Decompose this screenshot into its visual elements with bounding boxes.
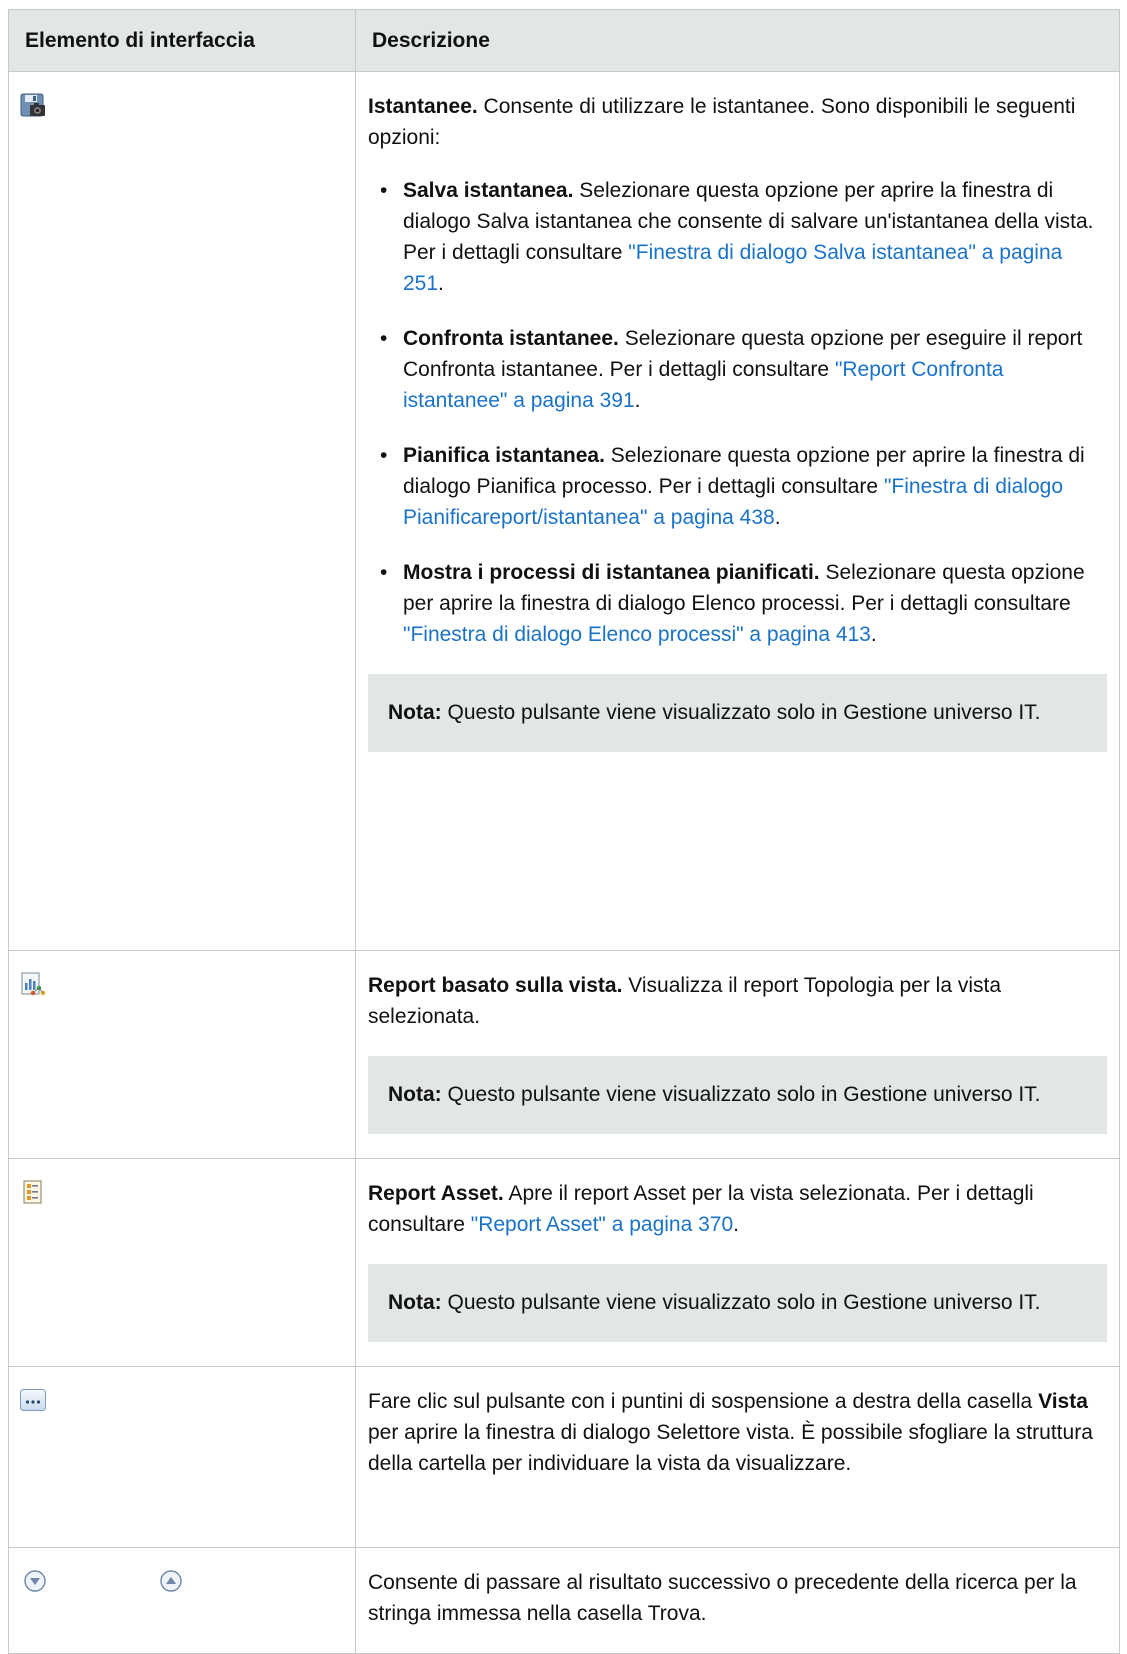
column-header-description: Descrizione [355,9,1120,72]
list-item-save-snapshot: Salva istantanea. Selezionare questa opz… [368,175,1107,299]
snapshot-options-list: Salva istantanea. Selezionare questa opz… [368,175,1107,650]
note-box: Nota: Questo pulsante viene visualizzato… [368,1264,1107,1342]
find-previous-icon[interactable] [158,1568,186,1594]
ui-element-cell [8,71,356,951]
view-box-label: Vista [1038,1390,1088,1413]
ui-element-cell [8,1158,356,1367]
description-cell: Report basato sulla vista. Visualizza il… [355,950,1120,1159]
table-row-view-report: Report basato sulla vista. Visualizza il… [8,950,1120,1159]
table-row-snapshots: Istantanee. Consente di utilizzare le is… [8,71,1120,951]
table-row-ellipsis: Fare clic sul pulsante con i puntini di … [8,1366,1120,1548]
ui-elements-table: Elemento di interfaccia Descrizione Ista… [8,9,1120,1654]
ui-element-cell [8,950,356,1159]
description-cell: Fare clic sul pulsante con i puntini di … [355,1366,1120,1548]
list-item-compare-snapshots: Confronta istantanee. Selezionare questa… [368,323,1107,416]
note-text: Questo pulsante viene visualizzato solo … [441,1083,1041,1106]
note-text: Questo pulsante viene visualizzato solo … [441,1291,1041,1314]
topology-report-icon[interactable] [19,971,47,997]
note-box: Nota: Questo pulsante viene visualizzato… [368,1056,1107,1134]
ui-element-cell [8,1366,356,1548]
description-cell: Istantanee. Consente di utilizzare le is… [355,71,1120,951]
find-next-icon[interactable] [22,1568,50,1594]
asset-report-title: Report Asset. [368,1182,504,1205]
snapshots-intro: Istantanee. Consente di utilizzare le is… [368,95,1076,149]
table-header-row: Elemento di interfaccia Descrizione [8,9,1120,72]
table-row-asset-report: Report Asset. Apre il report Asset per l… [8,1158,1120,1367]
ellipsis-button-icon[interactable] [19,1387,47,1413]
snapshots-title: Istantanee. [368,95,478,118]
note-label: Nota: [388,1291,442,1314]
link-asset-report[interactable]: "Report Asset" a pagina 370 [471,1213,733,1236]
note-label: Nota: [388,701,442,724]
ui-element-cell [8,1547,356,1654]
note-text: Questo pulsante viene visualizzato solo … [441,701,1041,724]
column-header-ui-element: Elemento di interfaccia [8,9,356,72]
asset-report-icon[interactable] [19,1179,47,1205]
description-cell: Consente di passare al risultato success… [355,1547,1120,1654]
note-box: Nota: Questo pulsante viene visualizzato… [368,674,1107,752]
snapshot-icon[interactable] [19,92,47,118]
list-item-show-scheduled-jobs: Mostra i processi di istantanea pianific… [368,557,1107,650]
link-job-list-dialog[interactable]: "Finestra di dialogo Elenco processi" a … [403,623,871,646]
list-item-schedule-snapshot: Pianifica istantanea. Selezionare questa… [368,440,1107,533]
table-row-find-navigation: Consente di passare al risultato success… [8,1547,1120,1654]
note-label: Nota: [388,1083,442,1106]
description-cell: Report Asset. Apre il report Asset per l… [355,1158,1120,1367]
view-report-title: Report basato sulla vista. [368,974,623,997]
